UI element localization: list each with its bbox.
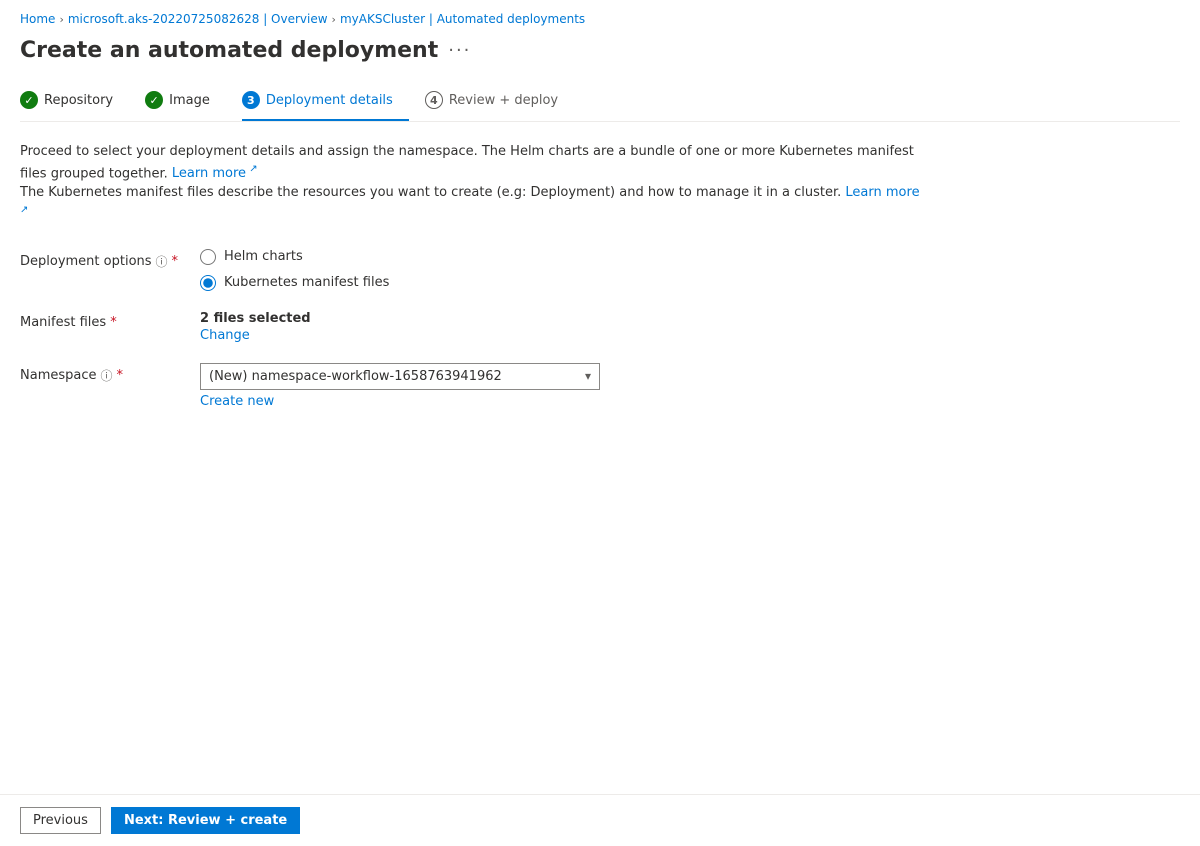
description-line2: The Kubernetes manifest files describe t… xyxy=(20,185,841,200)
step-2-circle xyxy=(145,91,163,109)
step-4-number: 4 xyxy=(430,94,438,107)
ext-link-icon-1: ↗ xyxy=(246,164,258,175)
breadcrumb-sep-1: › xyxy=(59,13,63,26)
dropdown-arrow-icon: ▾ xyxy=(585,369,591,383)
footer: Previous Next: Review + create xyxy=(0,794,1200,846)
wizard-steps: Repository Image 3 Deployment details 4 … xyxy=(20,83,1180,122)
namespace-required: * xyxy=(117,368,124,383)
wizard-step-review[interactable]: 4 Review + deploy xyxy=(425,83,574,121)
breadcrumb-sep-2: › xyxy=(332,13,336,26)
deployment-options-required: * xyxy=(172,254,179,269)
next-button[interactable]: Next: Review + create xyxy=(111,807,300,834)
radio-item-kubernetes[interactable]: Kubernetes manifest files xyxy=(200,275,1180,291)
form-section: Deployment options ⓘ * Helm charts Kuber… xyxy=(20,249,1180,409)
previous-button[interactable]: Previous xyxy=(20,807,101,834)
manifest-files-label: Manifest files * xyxy=(20,311,180,330)
namespace-row: Namespace ⓘ * (New) namespace-workflow-1… xyxy=(20,363,1180,409)
deployment-options-label: Deployment options ⓘ * xyxy=(20,249,180,270)
wizard-step-deployment-details[interactable]: 3 Deployment details xyxy=(242,83,409,121)
wizard-step-repository[interactable]: Repository xyxy=(20,83,129,121)
breadcrumb: Home › microsoft.aks-20220725082628 | Ov… xyxy=(20,12,1180,26)
helm-charts-label: Helm charts xyxy=(224,249,303,264)
deployment-options-info-icon[interactable]: ⓘ xyxy=(156,253,168,270)
step-4-label: Review + deploy xyxy=(449,93,558,108)
manifest-info: 2 files selected Change xyxy=(200,311,1180,343)
manifest-files-required: * xyxy=(110,315,117,330)
breadcrumb-home[interactable]: Home xyxy=(20,12,55,26)
wizard-step-image[interactable]: Image xyxy=(145,83,226,121)
radio-group-deployment: Helm charts Kubernetes manifest files xyxy=(200,249,1180,291)
namespace-dropdown[interactable]: (New) namespace-workflow-1658763941962 ▾ xyxy=(200,363,600,390)
step-4-circle: 4 xyxy=(425,91,443,109)
namespace-value: (New) namespace-workflow-1658763941962 xyxy=(209,369,502,384)
change-link[interactable]: Change xyxy=(200,328,1180,343)
kubernetes-manifest-label: Kubernetes manifest files xyxy=(224,275,389,290)
step-1-label: Repository xyxy=(44,93,113,108)
step-2-checkmark xyxy=(150,94,159,107)
step-3-circle: 3 xyxy=(242,91,260,109)
radio-item-helm[interactable]: Helm charts xyxy=(200,249,1180,265)
description-line1: Proceed to select your deployment detail… xyxy=(20,144,914,181)
namespace-label: Namespace ⓘ * xyxy=(20,363,180,384)
manifest-selected-text: 2 files selected xyxy=(200,311,1180,326)
create-new-link[interactable]: Create new xyxy=(200,394,274,409)
namespace-info-icon[interactable]: ⓘ xyxy=(101,367,113,384)
deployment-options-control: Helm charts Kubernetes manifest files xyxy=(200,249,1180,291)
step-3-number: 3 xyxy=(247,94,255,107)
learn-more-link-1[interactable]: Learn more ↗ xyxy=(172,166,258,181)
step-2-label: Image xyxy=(169,93,210,108)
step-1-circle xyxy=(20,91,38,109)
step-1-checkmark xyxy=(24,94,33,107)
helm-charts-radio[interactable] xyxy=(200,249,216,265)
page-title: Create an automated deployment xyxy=(20,38,438,63)
ext-link-icon-2: ↗ xyxy=(20,205,28,216)
breadcrumb-cluster[interactable]: myAKSCluster | Automated deployments xyxy=(340,12,585,26)
description-text: Proceed to select your deployment detail… xyxy=(20,142,920,225)
page-header: Create an automated deployment ··· xyxy=(20,38,1180,63)
manifest-files-row: Manifest files * 2 files selected Change xyxy=(20,311,1180,343)
more-options-icon[interactable]: ··· xyxy=(448,40,471,61)
manifest-files-control: 2 files selected Change xyxy=(200,311,1180,343)
namespace-control: (New) namespace-workflow-1658763941962 ▾… xyxy=(200,363,1180,409)
kubernetes-manifest-radio[interactable] xyxy=(200,275,216,291)
deployment-options-row: Deployment options ⓘ * Helm charts Kuber… xyxy=(20,249,1180,291)
step-3-label: Deployment details xyxy=(266,93,393,108)
breadcrumb-aks[interactable]: microsoft.aks-20220725082628 | Overview xyxy=(68,12,328,26)
